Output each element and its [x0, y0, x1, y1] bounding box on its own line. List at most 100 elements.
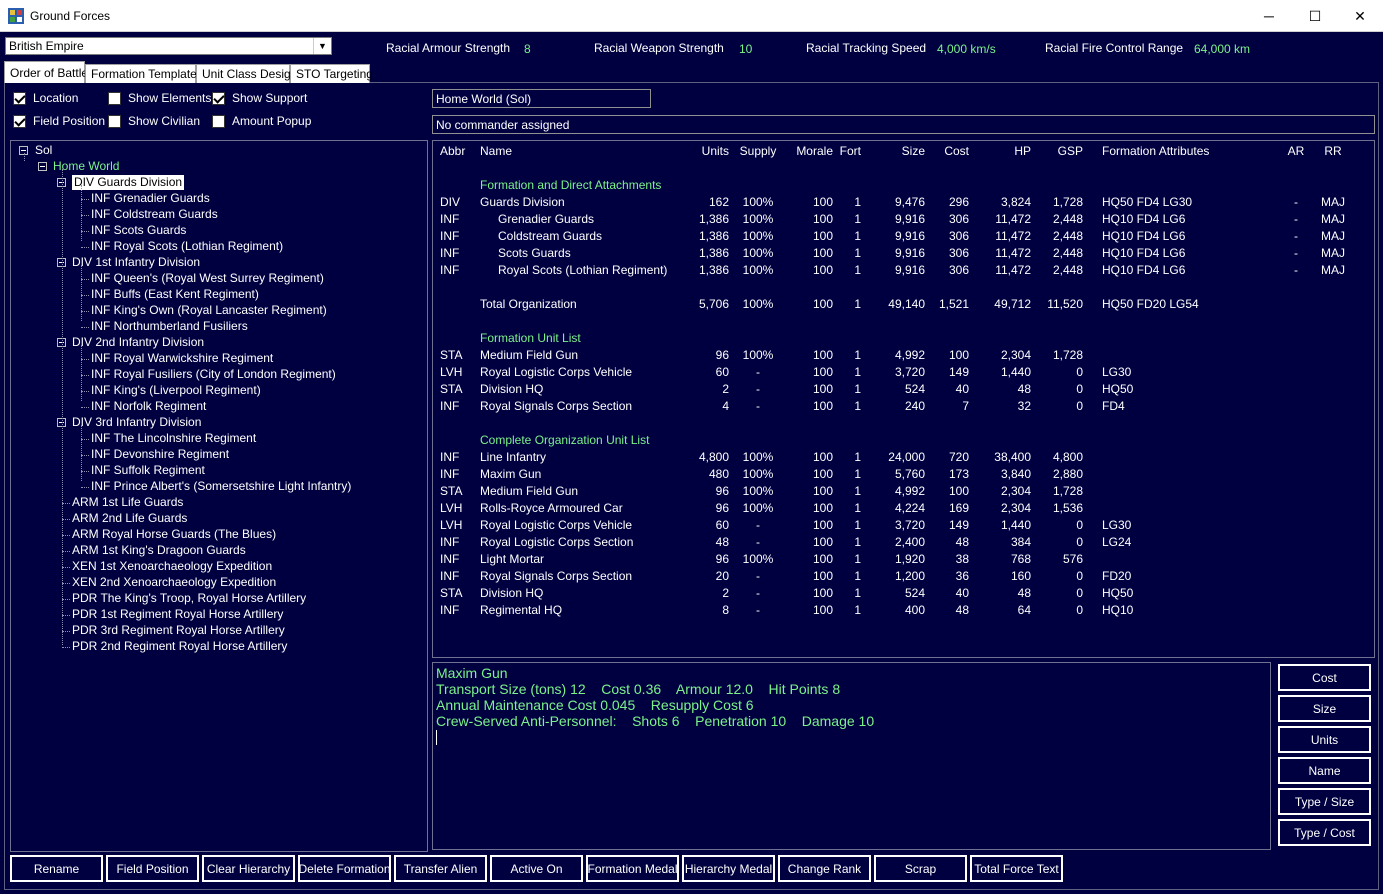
tree-node[interactable]: INF Coldstream Guards [91, 207, 218, 222]
show-civilian-checkbox[interactable]: Show Civilian [108, 114, 200, 128]
checkbox-box[interactable] [212, 91, 225, 105]
tab-unit-class-design[interactable]: Unit Class Design [196, 64, 297, 83]
field-position-checkbox[interactable]: Field Position [13, 114, 105, 128]
tree-node[interactable]: INF Grenadier Guards [91, 191, 210, 206]
location-checkbox[interactable]: Location [13, 91, 78, 105]
table-cell-supply: - [756, 382, 760, 396]
active-on-button[interactable]: Active On [490, 855, 583, 882]
commander-field[interactable]: No commander assigned [432, 115, 1375, 134]
formation-tree[interactable]: Sol Home World DIV Guards Division INF Gren… [10, 140, 428, 852]
table-cell-hp: 2,304 [1000, 484, 1031, 498]
tree-node[interactable]: ARM 1st Life Guards [72, 495, 183, 510]
table-cell-attrs: FD20 [1102, 569, 1132, 583]
table-cell-ar: - [1294, 195, 1298, 209]
tree-node[interactable]: Sol [35, 143, 52, 158]
table-cell-hp: 64 [1017, 603, 1031, 617]
table-cell-units: 480 [708, 467, 729, 481]
empire-select[interactable]: British Empire ▼ [5, 37, 332, 55]
show-support-checkbox[interactable]: Show Support [212, 91, 307, 105]
tree-node[interactable]: INF Royal Fusiliers (City of London Regi… [91, 367, 336, 382]
sort-type-size-button[interactable]: Type / Size [1278, 788, 1371, 815]
field-position-button[interactable]: Field Position [106, 855, 199, 882]
tree-node[interactable]: INF King's (Liverpool Regiment) [91, 383, 261, 398]
tree-node[interactable]: INF Devonshire Regiment [91, 447, 229, 462]
tree-node[interactable]: DIV 3rd Infantry Division [72, 415, 201, 430]
tab-order-of-battle[interactable]: Order of Battle [4, 61, 88, 83]
tree-node[interactable]: INF King's Own (Royal Lancaster Regiment… [91, 303, 327, 318]
table-cell-attrs: HQ10 [1102, 603, 1134, 617]
minimize-button[interactable]: ─ [1246, 0, 1292, 32]
tree-connector [81, 199, 89, 200]
sort-name-button[interactable]: Name [1278, 757, 1371, 784]
tree-node[interactable]: INF Scots Guards [91, 223, 186, 238]
sort-type-cost-button[interactable]: Type / Cost [1278, 819, 1371, 846]
checkbox-box[interactable] [108, 114, 121, 128]
tab-formation-templates[interactable]: Formation Templates [85, 64, 203, 83]
tree-node[interactable]: DIV 1st Infantry Division [72, 255, 200, 270]
rename-button[interactable]: Rename [10, 855, 103, 882]
tab-sto-targeting[interactable]: STO Targeting [290, 64, 373, 83]
tree-node[interactable]: INF Queen's (Royal West Surrey Regiment) [91, 271, 324, 286]
close-button[interactable]: ✕ [1337, 0, 1383, 32]
tree-node[interactable]: DIV 2nd Infantry Division [72, 335, 204, 350]
tree-node[interactable]: INF Northumberland Fusiliers [91, 319, 248, 334]
sort-size-button[interactable]: Size [1278, 695, 1371, 722]
change-rank-button[interactable]: Change Rank [778, 855, 871, 882]
transfer-alien-button[interactable]: Transfer Alien [394, 855, 487, 882]
sort-units-button[interactable]: Units [1278, 726, 1371, 753]
table-cell-supply: 100% [742, 552, 774, 566]
checkbox-box[interactable] [108, 91, 121, 105]
unit-detail-text[interactable]: Maxim Gun Transport Size (tons) 12 Cost 0… [432, 662, 1271, 850]
clear-hierarchy-button[interactable]: Clear Hierarchy [202, 855, 295, 882]
checkbox-box[interactable] [13, 114, 26, 128]
checkbox-label: Amount Popup [232, 114, 312, 128]
amount-popup-checkbox[interactable]: Amount Popup [212, 114, 311, 128]
delete-formation-button[interactable]: Delete Formation [298, 855, 391, 882]
tree-connector [81, 487, 89, 488]
tree-node[interactable]: DIV Guards Division [72, 175, 185, 190]
tree-node[interactable]: PDR 2nd Regiment Royal Horse Artillery [72, 639, 287, 654]
tree-node[interactable]: ARM 2nd Life Guards [72, 511, 187, 526]
tree-connector [81, 295, 89, 296]
scrap-button[interactable]: Scrap [874, 855, 967, 882]
tree-node[interactable]: PDR The King's Troop, Royal Horse Artill… [72, 591, 306, 606]
tree-node[interactable]: ARM Royal Horse Guards (The Blues) [72, 527, 276, 542]
table-cell-units: 2 [722, 382, 729, 396]
checkbox-box[interactable] [13, 91, 26, 105]
table-cell-supply: 100% [742, 246, 774, 260]
tree-collapse-icon[interactable] [38, 162, 47, 171]
show-elements-checkbox[interactable]: Show Elements [108, 91, 211, 105]
hierarchy-medal-button[interactable]: Hierarchy Medal [682, 855, 775, 882]
checkbox-label: Field Position [33, 114, 106, 128]
sort-cost-button[interactable]: Cost [1278, 664, 1371, 691]
table-cell-cost: 40 [955, 586, 969, 600]
formation-grid[interactable]: Abbr Name Units Supply Morale Fort Size Cost HP G… [432, 140, 1375, 658]
tree-node[interactable]: PDR 3rd Regiment Royal Horse Artillery [72, 623, 285, 638]
chevron-down-icon[interactable]: ▼ [313, 38, 331, 54]
maximize-button[interactable]: ☐ [1292, 0, 1338, 32]
tree-node[interactable]: INF Suffolk Regiment [91, 463, 205, 478]
tree-node[interactable]: INF Norfolk Regiment [91, 399, 206, 414]
tree-node[interactable]: INF Royal Warwickshire Regiment [91, 351, 273, 366]
table-cell-abbr: STA [440, 586, 463, 600]
tree-node[interactable]: INF Prince Albert's (Somersetshire Light… [91, 479, 351, 494]
tree-node[interactable]: XEN 2nd Xenoarchaeology Expedition [72, 575, 276, 590]
table-cell-hp: 49,712 [994, 297, 1031, 311]
location-field[interactable]: Home World (Sol) [432, 89, 651, 108]
table-cell-cost: 173 [948, 467, 969, 481]
tree-node[interactable]: PDR 1st Regiment Royal Horse Artillery [72, 607, 283, 622]
tree-node[interactable]: INF Royal Scots (Lothian Regiment) [91, 239, 283, 254]
table-cell-attrs: LG30 [1102, 518, 1132, 532]
tree-node[interactable]: INF The Lincolnshire Regiment [91, 431, 256, 446]
table-cell-abbr: INF [440, 467, 460, 481]
tree-node[interactable]: INF Buffs (East Kent Regiment) [91, 287, 259, 302]
column-header: GSP [1057, 144, 1083, 158]
table-cell-name: Grenadier Guards [498, 212, 595, 226]
total-force-text-button[interactable]: Total Force Text [970, 855, 1063, 882]
checkbox-box[interactable] [212, 114, 225, 128]
tree-node[interactable]: XEN 1st Xenoarchaeology Expedition [72, 559, 272, 574]
tree-node[interactable]: ARM 1st King's Dragoon Guards [72, 543, 246, 558]
formation-medal-button[interactable]: Formation Medal [586, 855, 679, 882]
table-cell-name: Medium Field Gun [480, 348, 579, 362]
table-cell-units: 1,386 [698, 263, 729, 277]
